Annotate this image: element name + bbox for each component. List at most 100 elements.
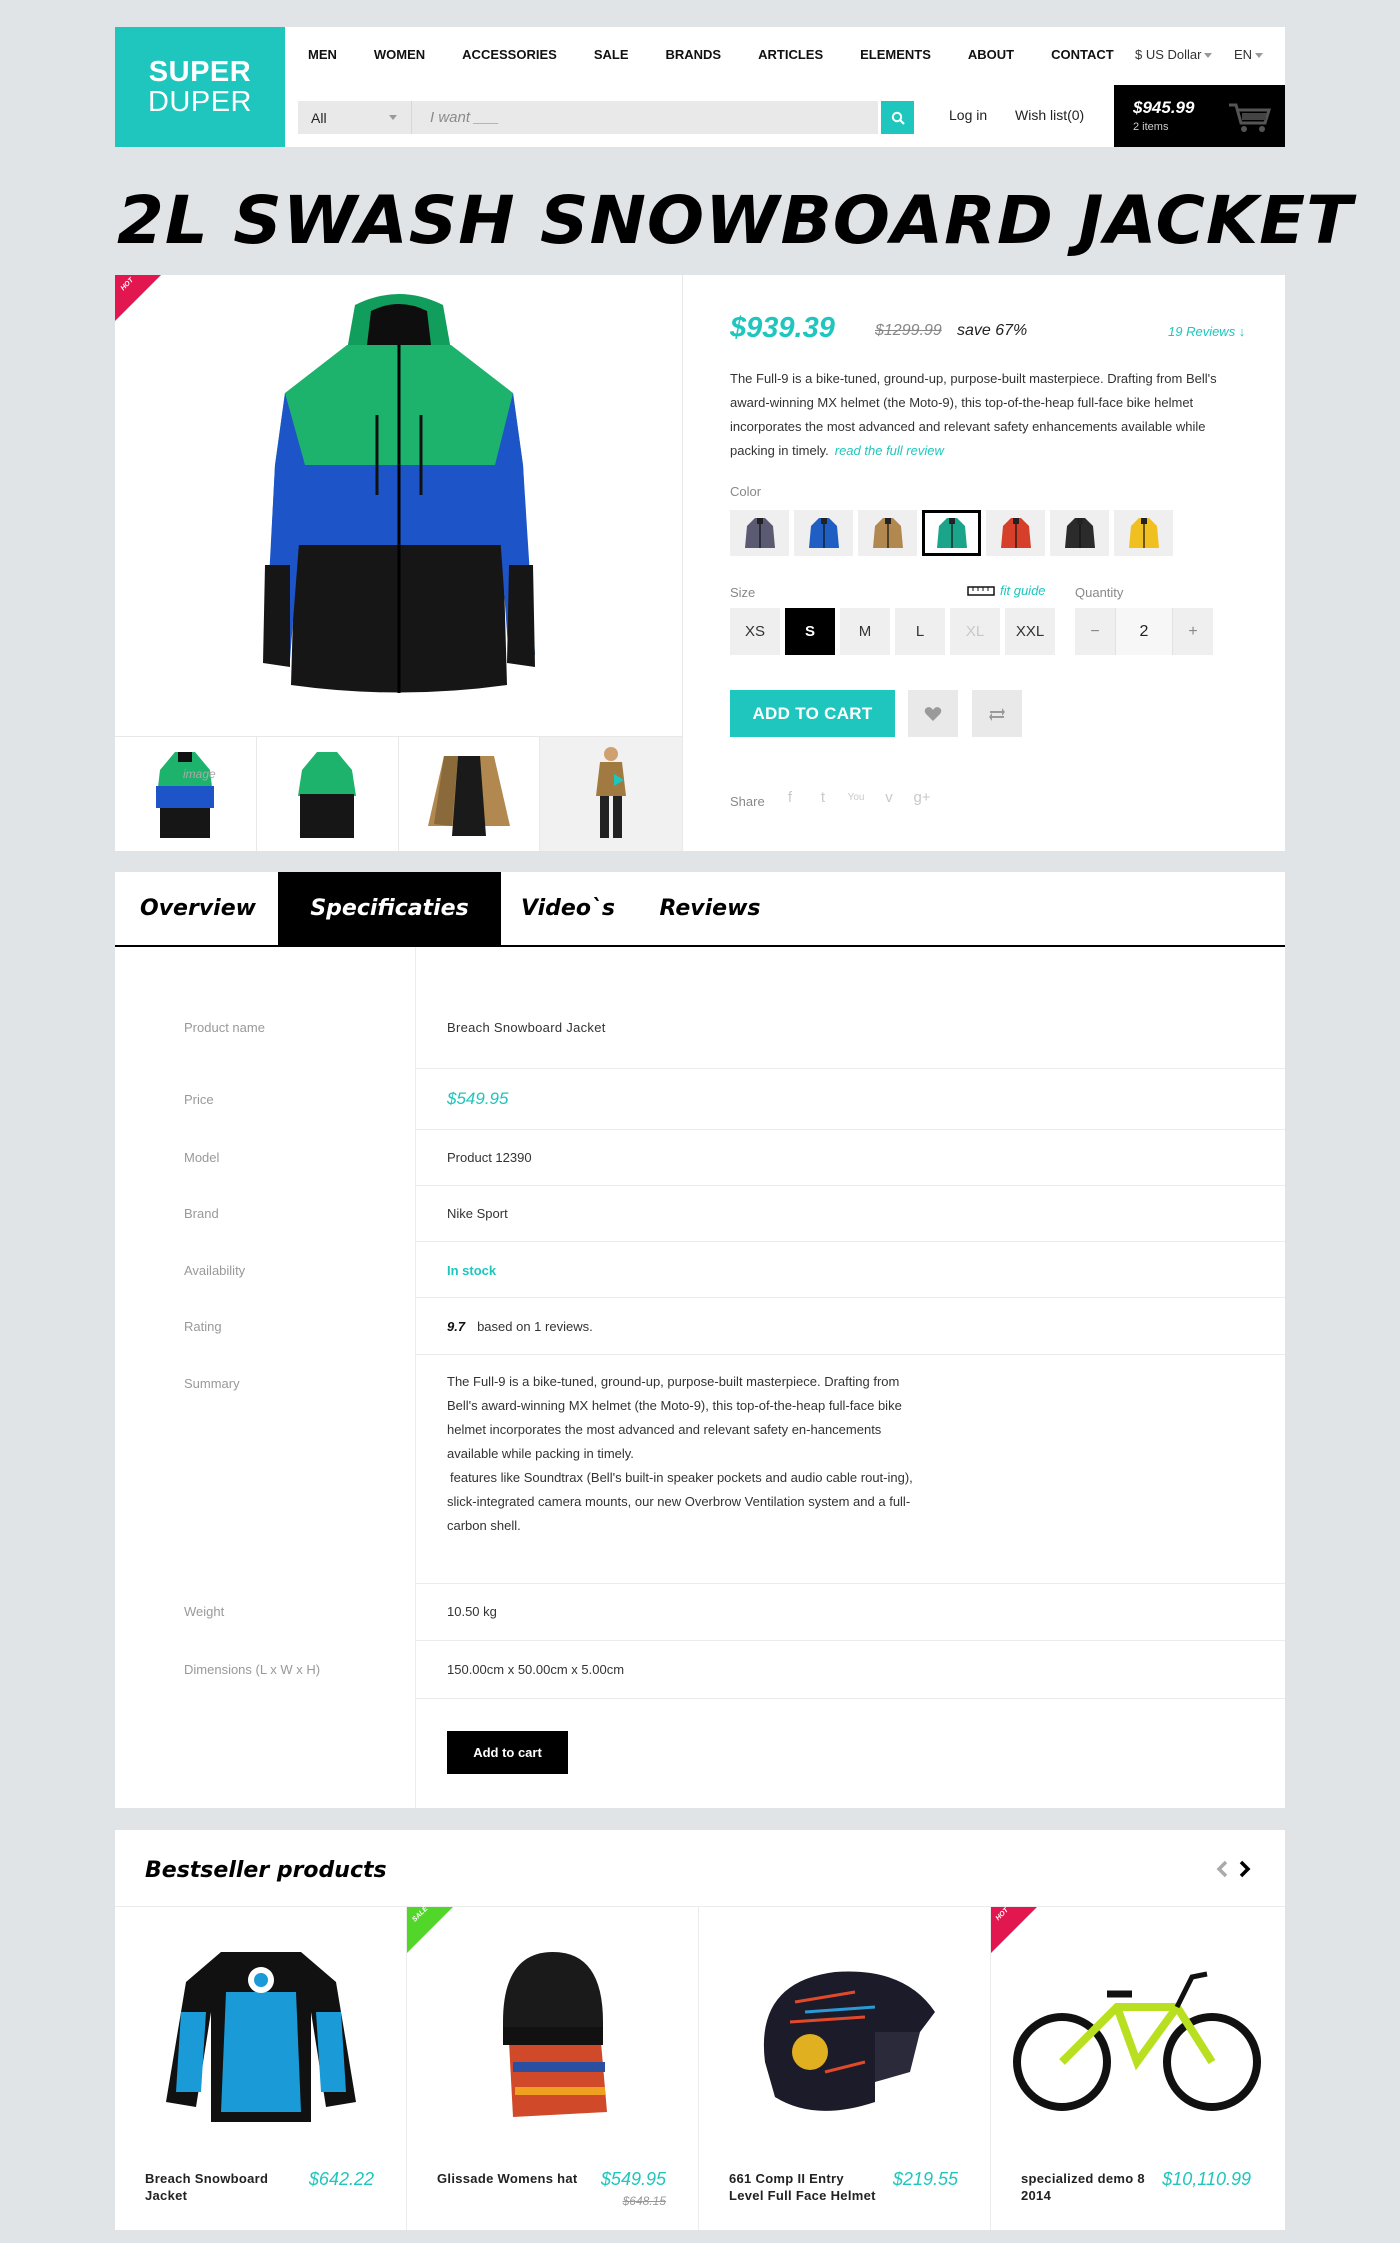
spec-value-weight: 10.50 kg [447, 1604, 497, 1619]
jacket-color-thumbnail [1000, 518, 1031, 548]
search-button[interactable] [881, 101, 914, 134]
site-header: SUPER DUPER MEN WOMEN ACCESSORIES SALE B… [115, 27, 1285, 147]
login-link[interactable]: Log in [949, 107, 987, 123]
chevron-right-icon[interactable] [1238, 1860, 1252, 1878]
fit-guide-label: fit guide [1000, 583, 1046, 598]
fit-guide-link[interactable]: fit guide [967, 583, 1046, 598]
color-swatch[interactable] [1114, 510, 1173, 556]
currency-select[interactable]: $ US Dollar [1135, 47, 1213, 62]
nav-about[interactable]: ABOUT [968, 47, 1014, 62]
color-swatch[interactable] [730, 510, 789, 556]
spec-key-brand: Brand [184, 1206, 219, 1221]
tab-overview[interactable]: Overview [115, 872, 281, 945]
nav-accessories[interactable]: ACCESSORIES [462, 47, 557, 62]
color-swatch[interactable] [986, 510, 1045, 556]
color-label: Color [730, 484, 762, 499]
row-divider [416, 1583, 1285, 1584]
spec-key-availability: Availability [184, 1263, 246, 1278]
product-card-2[interactable]: SALE Glissade Womens hat $549.95 $648.15 [407, 1905, 699, 2230]
jacket-thumbnail [156, 752, 215, 838]
beanie-image [503, 1952, 607, 2117]
nav-elements[interactable]: ELEMENTS [860, 47, 931, 62]
product-old-price: $648.15 [622, 2194, 666, 2208]
spec-key-product-name: Product name [184, 1020, 265, 1035]
product-image [991, 1907, 1283, 2157]
product-name[interactable]: Glissade Womens hat [437, 2170, 587, 2187]
product-name[interactable]: specialized demo 8 2014 [1021, 2170, 1171, 2204]
language-select[interactable]: EN [1234, 47, 1264, 62]
product-card-1[interactable]: Breach Snowboard Jacket $642.22 [115, 1907, 407, 2230]
product-card: HOT image $939.39 $1299.99 save 67% 19 R… [115, 275, 1285, 851]
summary-paragraph-1: The Full-9 is a bike-tuned, ground-up, p… [447, 1374, 902, 1461]
size-options: XS S M L XL XXL [730, 608, 1055, 655]
product-card-4[interactable]: HOT specialized demo 8 2014 $10,110.99 [991, 1907, 1283, 2230]
size-option-xs[interactable]: XS [730, 608, 780, 655]
product-name[interactable]: Breach Snowboard Jacket [145, 2170, 295, 2204]
color-swatch[interactable] [922, 510, 981, 556]
search-category-value: All [311, 110, 327, 126]
nav-men[interactable]: MEN [308, 47, 337, 62]
size-option-xxl[interactable]: XXL [1005, 608, 1055, 655]
nav-contact[interactable]: CONTACT [1051, 47, 1114, 62]
chevron-left-icon[interactable] [1215, 1860, 1229, 1878]
tab-videos[interactable]: Video`s [501, 872, 635, 945]
chevron-down-icon [1255, 53, 1264, 59]
jacket-color-thumbnail [872, 518, 903, 548]
thumbnail-overlay-label: image [183, 767, 216, 781]
row-divider [416, 1297, 1285, 1298]
twitter-icon[interactable]: t [813, 789, 833, 806]
thumbnail-1[interactable]: image [115, 737, 257, 851]
product-main-image[interactable]: HOT [115, 275, 683, 736]
thumbnail-2[interactable] [257, 737, 399, 851]
nav-articles[interactable]: ARTICLES [758, 47, 823, 62]
logo[interactable]: SUPER DUPER [115, 27, 285, 147]
tab-specificaties[interactable]: Specificaties [278, 872, 501, 945]
product-name[interactable]: 661 Comp II Entry Level Full Face Helmet [729, 2170, 879, 2204]
size-option-s[interactable]: S [785, 608, 835, 655]
size-option-l[interactable]: L [895, 608, 945, 655]
add-to-wishlist-button[interactable] [908, 690, 958, 737]
thumbnail-4[interactable] [540, 737, 682, 851]
color-swatch[interactable] [858, 510, 917, 556]
product-description-text: The Full-9 is a bike-tuned, ground-up, p… [730, 371, 1217, 458]
summary-paragraph-2: features like Soundtrax (Bell's built-in… [447, 1470, 913, 1533]
read-full-review-link[interactable]: read the full review [835, 443, 944, 458]
tab-reviews[interactable]: Reviews [635, 872, 785, 945]
product-card-3[interactable]: 661 Comp II Entry Level Full Face Helmet… [699, 1907, 991, 2230]
add-to-cart-button[interactable]: ADD TO CART [730, 690, 895, 737]
youtube-icon[interactable]: You [846, 792, 866, 803]
spec-value-rating: 9.7 based on 1 reviews. [447, 1319, 593, 1334]
size-option-m[interactable]: M [840, 608, 890, 655]
logo-line-2: DUPER [147, 85, 252, 118]
share-icons: f t You v g+ [780, 789, 932, 806]
google-plus-icon[interactable]: g+ [912, 789, 932, 806]
nav-brands[interactable]: BRANDS [665, 47, 721, 62]
quantity-value[interactable]: 2 [1115, 608, 1173, 655]
search-input[interactable] [411, 101, 878, 134]
search-category-select[interactable]: All [298, 101, 411, 134]
vimeo-icon[interactable]: v [879, 789, 899, 806]
wishlist-link[interactable]: Wish list(0) [1015, 107, 1084, 123]
thumbnail-3[interactable] [399, 737, 541, 851]
spec-add-to-cart-button[interactable]: Add to cart [447, 1731, 568, 1774]
nav-sale[interactable]: SALE [594, 47, 629, 62]
facebook-icon[interactable]: f [780, 789, 800, 806]
product-price: $10,110.99 [1162, 2169, 1251, 2189]
model-thumbnail [596, 747, 627, 838]
share-label: Share [730, 794, 765, 809]
rating-text: based on 1 reviews. [477, 1319, 593, 1334]
quantity-decrease-button[interactable]: − [1075, 608, 1115, 655]
thumbnail-strip: image [115, 736, 683, 851]
color-swatch[interactable] [794, 510, 853, 556]
jacket-color-thumbnail [936, 518, 967, 548]
page-title: 2L SWASH SNOWBOARD JACKET [117, 182, 1354, 259]
nav-women[interactable]: WOMEN [374, 47, 425, 62]
jacket-color-thumbnail [808, 518, 839, 548]
color-swatch[interactable] [1050, 510, 1109, 556]
compare-button[interactable] [972, 690, 1022, 737]
cart-button[interactable]: $945.99 2 items [1114, 85, 1285, 147]
quantity-increase-button[interactable]: + [1173, 608, 1213, 655]
jacket-back-thumbnail [298, 752, 357, 838]
spec-card: Overview Specificaties Video`s Reviews P… [115, 872, 1285, 1808]
reviews-link[interactable]: 19 Reviews ↓ [1168, 324, 1245, 339]
